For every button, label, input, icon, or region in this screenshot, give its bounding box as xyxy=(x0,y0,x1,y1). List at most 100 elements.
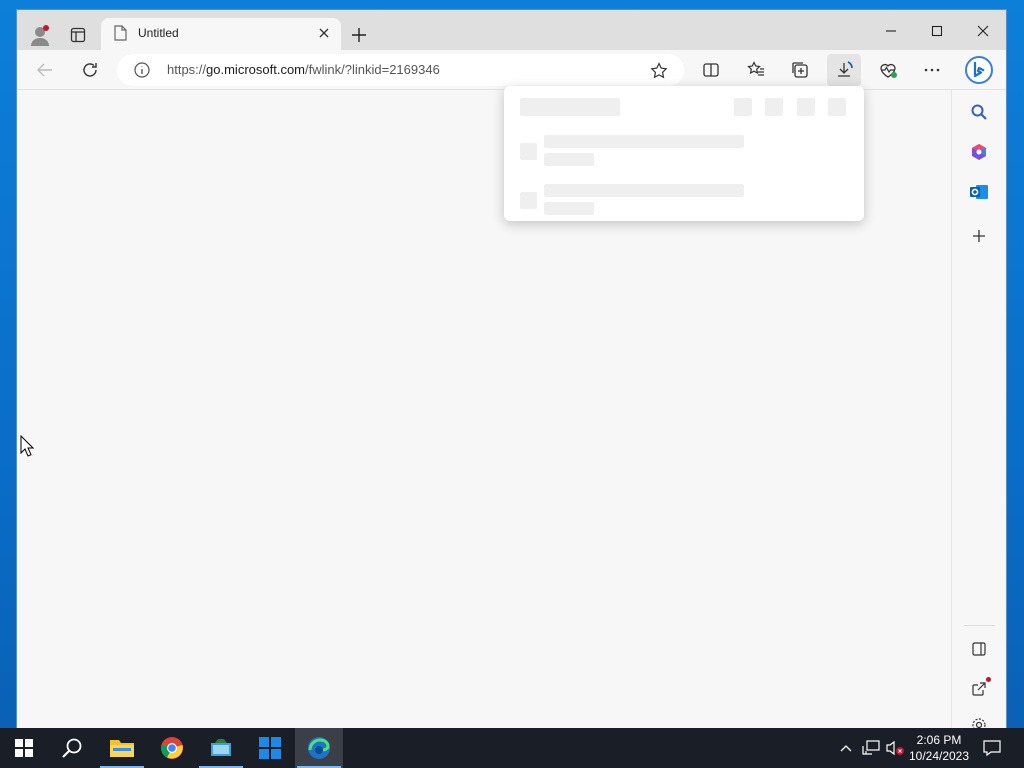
external-link-icon xyxy=(972,682,986,696)
downloads-flyout xyxy=(504,86,864,221)
more-icon xyxy=(924,68,940,72)
outlook-icon xyxy=(970,185,988,199)
favorites-button[interactable] xyxy=(744,58,768,82)
url-rest: /fwlink/?linkid=2169346 xyxy=(305,62,440,77)
add-icon xyxy=(973,230,985,242)
notifications-icon xyxy=(983,740,1001,756)
tab-title: Untitled xyxy=(138,26,179,40)
hide-sidebar-button[interactable] xyxy=(967,637,991,661)
taskbar-store[interactable] xyxy=(246,728,294,768)
mouse-cursor xyxy=(20,435,34,457)
minimize-button[interactable] xyxy=(879,20,903,42)
profile-avatar[interactable] xyxy=(27,22,53,48)
back-icon xyxy=(37,63,52,77)
favorites-icon xyxy=(747,61,764,76)
download-item-name-placeholder xyxy=(544,184,744,197)
search-icon xyxy=(62,738,82,758)
download-item-icon-placeholder xyxy=(520,143,537,160)
file-explorer-icon xyxy=(110,740,134,757)
chevron-up-icon xyxy=(840,745,852,752)
more-button[interactable] xyxy=(920,58,944,82)
bing-chat-button[interactable] xyxy=(963,54,995,86)
downloads-button[interactable] xyxy=(827,54,861,86)
address-bar[interactable]: https://go.microsoft.com/fwlink/?linkid=… xyxy=(117,54,684,86)
back-button[interactable] xyxy=(33,58,57,82)
refresh-icon xyxy=(83,63,97,77)
bing-chat-icon xyxy=(965,56,993,84)
settings-icon xyxy=(972,718,986,728)
close-window-button[interactable] xyxy=(971,20,995,42)
browser-essentials-icon xyxy=(880,63,897,78)
taskbar-app[interactable] xyxy=(197,728,245,768)
open-external-button[interactable] xyxy=(967,677,991,701)
plus-icon xyxy=(352,28,366,42)
sidebar-add-button[interactable] xyxy=(967,224,991,248)
start-button[interactable] xyxy=(0,728,48,768)
title-bar: Untitled xyxy=(17,10,1006,50)
download-item-status-placeholder xyxy=(544,202,594,215)
sidebar-outlook-button[interactable] xyxy=(967,180,991,204)
notification-dot xyxy=(986,677,991,682)
toolbar: https://go.microsoft.com/fwlink/?linkid=… xyxy=(17,50,1006,90)
network-tray-button[interactable] xyxy=(860,728,882,768)
page-icon xyxy=(114,25,127,41)
chrome-icon xyxy=(161,737,183,759)
search-icon xyxy=(971,104,987,120)
new-tab-button[interactable] xyxy=(347,24,371,46)
clock-time: 2:06 PM xyxy=(916,733,962,747)
sidebar xyxy=(951,90,1006,728)
favorite-star-icon[interactable] xyxy=(650,62,668,80)
download-item-status-placeholder xyxy=(544,153,594,166)
taskbar: 2:06 PM 10/24/2023 xyxy=(0,728,1024,768)
collections-icon xyxy=(792,62,808,78)
tab-actions-icon xyxy=(70,27,86,43)
tab-actions-button[interactable] xyxy=(67,24,89,46)
clock-date: 10/24/2023 xyxy=(908,749,970,763)
split-screen-icon xyxy=(703,63,719,77)
url-prefix: https:// xyxy=(167,62,207,77)
flyout-action-placeholder xyxy=(734,98,752,116)
flyout-action-placeholder xyxy=(765,98,783,116)
flyout-title-placeholder xyxy=(520,98,620,116)
minimize-icon xyxy=(886,30,896,32)
sidebar-office-button[interactable] xyxy=(967,140,991,164)
network-icon xyxy=(862,740,880,755)
volume-muted-icon xyxy=(886,740,904,756)
sidebar-toggle-icon xyxy=(972,642,986,656)
sidebar-search-button[interactable] xyxy=(967,100,991,124)
taskbar-file-explorer[interactable] xyxy=(98,728,146,768)
show-hidden-icons-button[interactable] xyxy=(836,728,856,768)
windows-store-icon xyxy=(259,737,281,759)
maximize-button[interactable] xyxy=(925,20,949,42)
edge-icon xyxy=(308,737,330,759)
browser-essentials-button[interactable] xyxy=(876,58,900,82)
office-icon xyxy=(972,144,986,160)
action-center-button[interactable] xyxy=(978,728,1006,768)
download-item-icon-placeholder xyxy=(520,192,537,209)
refresh-button[interactable] xyxy=(78,58,102,82)
start-icon xyxy=(15,739,33,757)
close-icon xyxy=(977,25,989,37)
downloads-icon xyxy=(838,61,853,77)
url-host: go.microsoft.com xyxy=(206,62,306,77)
collections-button[interactable] xyxy=(788,58,812,82)
tab-close-button[interactable] xyxy=(315,24,333,42)
close-icon xyxy=(319,28,329,38)
address-url: https://go.microsoft.com/fwlink/?linkid=… xyxy=(167,62,440,77)
taskbar-clock[interactable]: 2:06 PM 10/24/2023 xyxy=(906,732,972,764)
volume-tray-button[interactable] xyxy=(884,728,906,768)
maximize-icon xyxy=(931,25,943,37)
profile-icon xyxy=(31,25,49,46)
taskbar-search-button[interactable] xyxy=(48,728,96,768)
split-screen-button[interactable] xyxy=(699,58,723,82)
sidebar-settings-button[interactable] xyxy=(967,717,991,728)
taskbar-chrome[interactable] xyxy=(148,728,196,768)
tab-untitled[interactable]: Untitled xyxy=(101,18,341,50)
flyout-action-placeholder xyxy=(828,98,846,116)
taskbar-edge[interactable] xyxy=(295,728,343,768)
sidebar-divider xyxy=(964,625,995,626)
download-item-name-placeholder xyxy=(544,135,744,148)
flyout-action-placeholder xyxy=(797,98,815,116)
info-icon[interactable] xyxy=(134,62,150,78)
app-icon xyxy=(211,739,231,756)
